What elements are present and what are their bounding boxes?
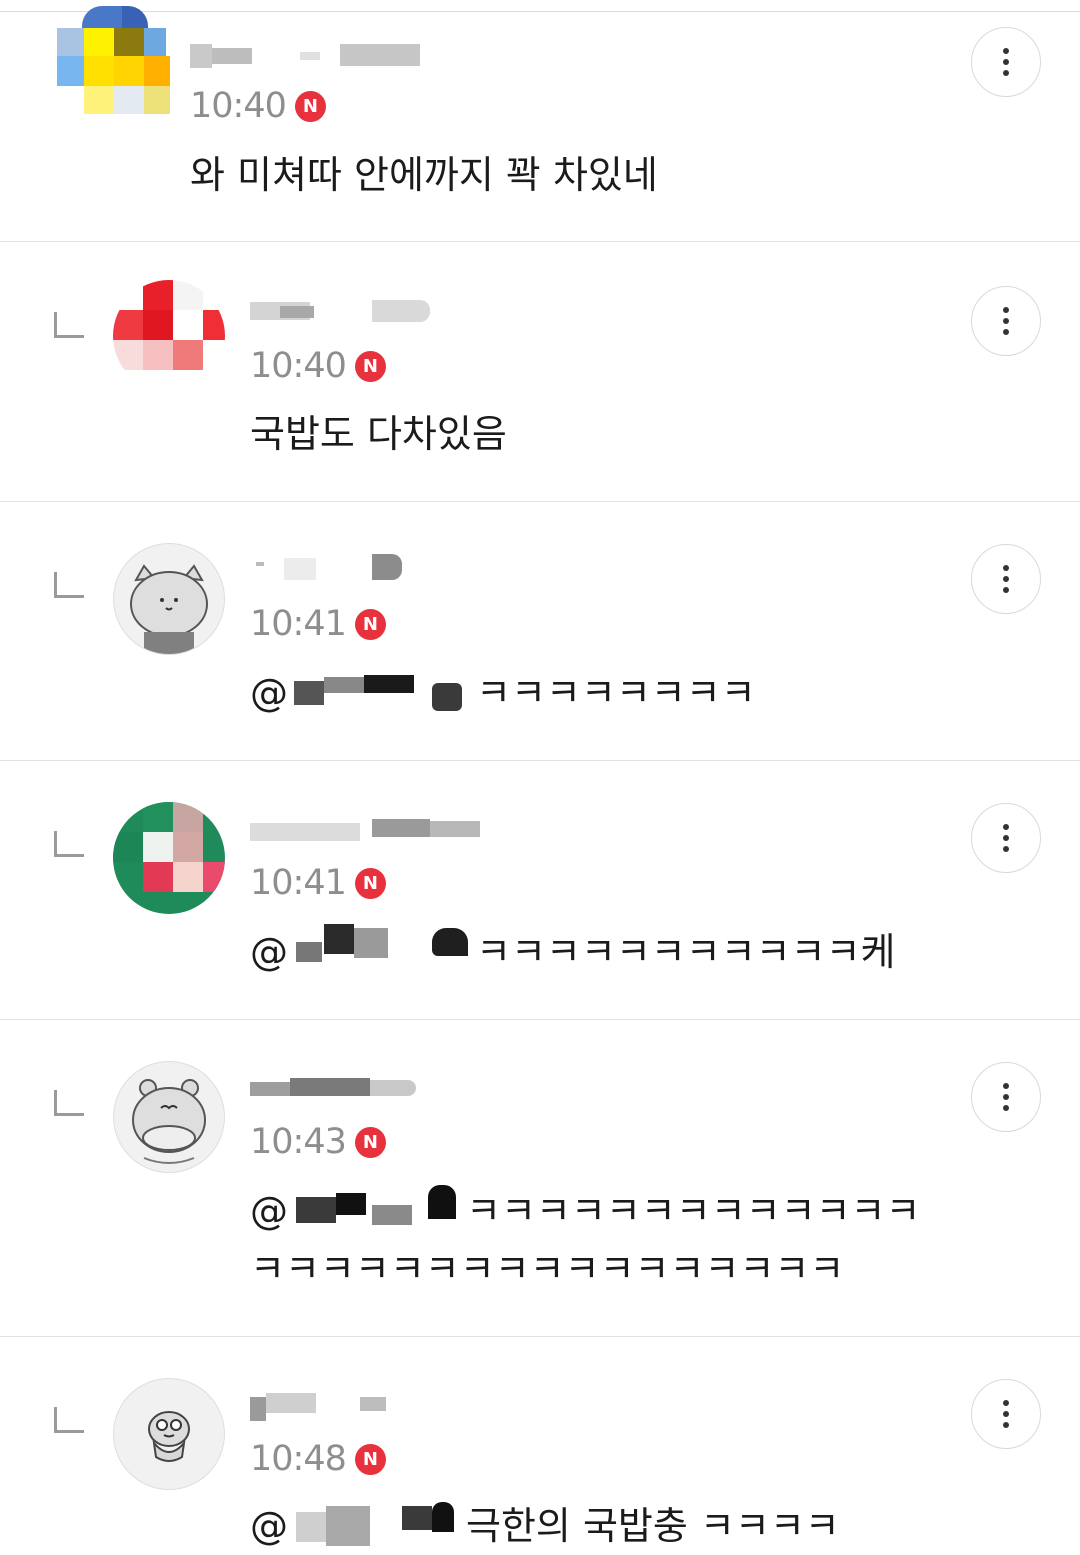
mention-redacted bbox=[292, 1501, 462, 1552]
more-vertical-icon[interactable] bbox=[971, 544, 1041, 614]
comment-text-line2: ㅋㅋㅋㅋㅋㅋㅋㅋㅋㅋㅋㅋㅋㅋㅋㅋㅋ bbox=[250, 1247, 845, 1291]
comment-time: 10:41 bbox=[250, 863, 347, 903]
nickname-redacted bbox=[190, 38, 430, 78]
comment-text: @ ㅋㅋㅋㅋㅋㅋㅋㅋㅋㅋㅋ케 bbox=[250, 923, 896, 981]
comment-text: @ ㅋㅋㅋㅋㅋㅋㅋㅋ bbox=[250, 664, 756, 722]
avatar[interactable] bbox=[113, 280, 225, 392]
more-vertical-icon[interactable] bbox=[971, 803, 1041, 873]
mention-redacted bbox=[292, 673, 472, 719]
nickname-redacted bbox=[250, 813, 490, 853]
more-vertical-icon[interactable] bbox=[971, 27, 1041, 97]
mention-tag[interactable]: @ bbox=[250, 1504, 288, 1548]
reply-item: 10:43 N @ ㅋㅋㅋㅋㅋㅋㅋㅋㅋㅋㅋㅋㅋ ㅋㅋㅋㅋㅋㅋㅋㅋㅋㅋㅋㅋㅋㅋㅋㅋ… bbox=[0, 1020, 1080, 1337]
more-vertical-icon[interactable] bbox=[971, 1062, 1041, 1132]
comment-text-content: 극한의 국밥충 ㅋㅋㅋㅋ bbox=[466, 1504, 840, 1548]
comment-meta: 10:41 N bbox=[250, 604, 386, 644]
nickname-redacted bbox=[250, 1072, 450, 1112]
reply-item: 10:40 N 국밥도 다차있음 bbox=[0, 242, 1080, 502]
mention-tag[interactable]: @ bbox=[250, 930, 288, 974]
comment-time: 10:43 bbox=[250, 1122, 347, 1162]
new-badge-icon: N bbox=[354, 867, 386, 899]
avatar[interactable] bbox=[113, 1378, 225, 1490]
comment-meta: 10:40 N bbox=[250, 346, 386, 386]
comment-time: 10:40 bbox=[250, 346, 347, 386]
more-vertical-icon[interactable] bbox=[971, 1379, 1041, 1449]
reply-arrow-icon bbox=[54, 572, 84, 598]
comment-time: 10:40 bbox=[190, 86, 287, 126]
avatar[interactable] bbox=[113, 543, 225, 655]
reply-arrow-icon bbox=[54, 831, 84, 857]
comment-item: 10:40 N 와 미쳐따 안에까지 꽉 차있네 bbox=[0, 6, 1080, 242]
comment-text-content: ㅋㅋㅋㅋㅋㅋㅋㅋㅋㅋㅋㅋㅋ bbox=[466, 1189, 921, 1233]
comment-time: 10:48 bbox=[250, 1439, 347, 1479]
reply-arrow-icon bbox=[54, 1407, 84, 1433]
new-badge-icon: N bbox=[354, 1443, 386, 1475]
reply-arrow-icon bbox=[54, 312, 84, 338]
reply-item: 10:41 N @ ㅋㅋㅋㅋㅋㅋㅋㅋ bbox=[0, 502, 1080, 761]
comment-text-content: ㅋㅋㅋㅋㅋㅋㅋㅋㅋㅋㅋ케 bbox=[476, 930, 896, 974]
comment-time: 10:41 bbox=[250, 604, 347, 644]
reply-arrow-icon bbox=[54, 1090, 84, 1116]
comment-meta: 10:43 N bbox=[250, 1122, 386, 1162]
new-badge-icon: N bbox=[354, 350, 386, 382]
comment-text: 국밥도 다차있음 bbox=[250, 412, 507, 456]
comment-meta: 10:48 N bbox=[250, 1439, 386, 1479]
new-badge-icon: N bbox=[294, 90, 326, 122]
mention-tag[interactable]: @ bbox=[250, 671, 288, 715]
new-badge-icon: N bbox=[354, 608, 386, 640]
comment-text: 와 미쳐따 안에까지 꽉 차있네 bbox=[190, 153, 658, 197]
mention-redacted bbox=[292, 923, 472, 978]
avatar[interactable] bbox=[113, 802, 225, 914]
comment-meta: 10:40 N bbox=[190, 86, 326, 126]
new-badge-icon: N bbox=[354, 1126, 386, 1158]
comment-text-content: ㅋㅋㅋㅋㅋㅋㅋㅋ bbox=[476, 671, 756, 715]
reply-item: 10:41 N @ ㅋㅋㅋㅋㅋㅋㅋㅋㅋㅋㅋ케 bbox=[0, 761, 1080, 1020]
nickname-redacted bbox=[250, 550, 450, 590]
nickname-redacted bbox=[250, 1389, 450, 1429]
avatar[interactable] bbox=[52, 6, 170, 124]
nickname-redacted bbox=[250, 292, 450, 332]
comment-text: @ ㅋㅋㅋㅋㅋㅋㅋㅋㅋㅋㅋㅋㅋ bbox=[250, 1182, 920, 1240]
avatar[interactable] bbox=[113, 1061, 225, 1173]
mention-tag[interactable]: @ bbox=[250, 1189, 288, 1233]
comment-meta: 10:41 N bbox=[250, 863, 386, 903]
reply-item: 10:48 N @ 극한의 국밥충 ㅋㅋㅋㅋ bbox=[0, 1337, 1080, 1548]
mention-redacted bbox=[292, 1184, 462, 1237]
comment-text: @ 극한의 국밥충 ㅋㅋㅋㅋ bbox=[250, 1497, 840, 1555]
more-vertical-icon[interactable] bbox=[971, 286, 1041, 356]
